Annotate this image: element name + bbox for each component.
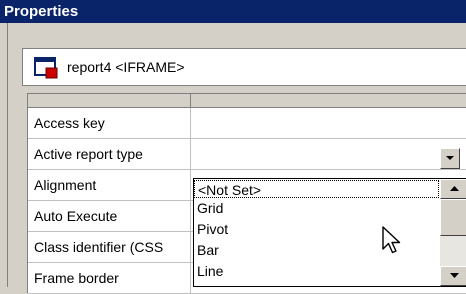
property-name: Frame border xyxy=(28,263,191,294)
scroll-up-button[interactable] xyxy=(440,179,466,199)
column-splitter[interactable] xyxy=(190,94,191,107)
dropdown-button[interactable] xyxy=(440,148,460,169)
property-name: Active report type xyxy=(28,139,191,170)
scroll-up-icon xyxy=(450,186,459,191)
scroll-down-button[interactable] xyxy=(440,266,466,286)
scroll-thumb[interactable] xyxy=(440,199,466,236)
property-row-active-report-type[interactable]: Active report type xyxy=(28,139,466,170)
dropdown-option-grid[interactable]: Grid xyxy=(194,199,439,217)
property-name: Access key xyxy=(28,108,191,139)
mouse-pointer-icon xyxy=(382,226,401,254)
property-name: Alignment xyxy=(28,170,191,201)
object-selector[interactable]: report4 <IFRAME> xyxy=(22,48,466,86)
window-title: Properties xyxy=(0,0,466,23)
property-name: Class identifier (CSS xyxy=(28,232,191,263)
object-selector-label: report4 <IFRAME> xyxy=(67,59,185,75)
property-grid-header xyxy=(28,94,466,108)
dropdown-option-line[interactable]: Line xyxy=(194,262,439,280)
property-name: Auto Execute xyxy=(28,201,191,232)
scroll-down-icon xyxy=(450,273,459,278)
window-frame xyxy=(0,23,7,287)
dropdown-scrollbar[interactable] xyxy=(440,179,466,286)
property-row-access-key[interactable]: Access key xyxy=(28,108,466,139)
dropdown-option-not-set[interactable]: <Not Set> xyxy=(194,180,439,198)
report-iframe-icon xyxy=(34,57,58,79)
chevron-down-icon xyxy=(446,156,454,160)
report-type-dropdown[interactable]: <Not Set> Grid Pivot Bar Line xyxy=(193,178,466,287)
